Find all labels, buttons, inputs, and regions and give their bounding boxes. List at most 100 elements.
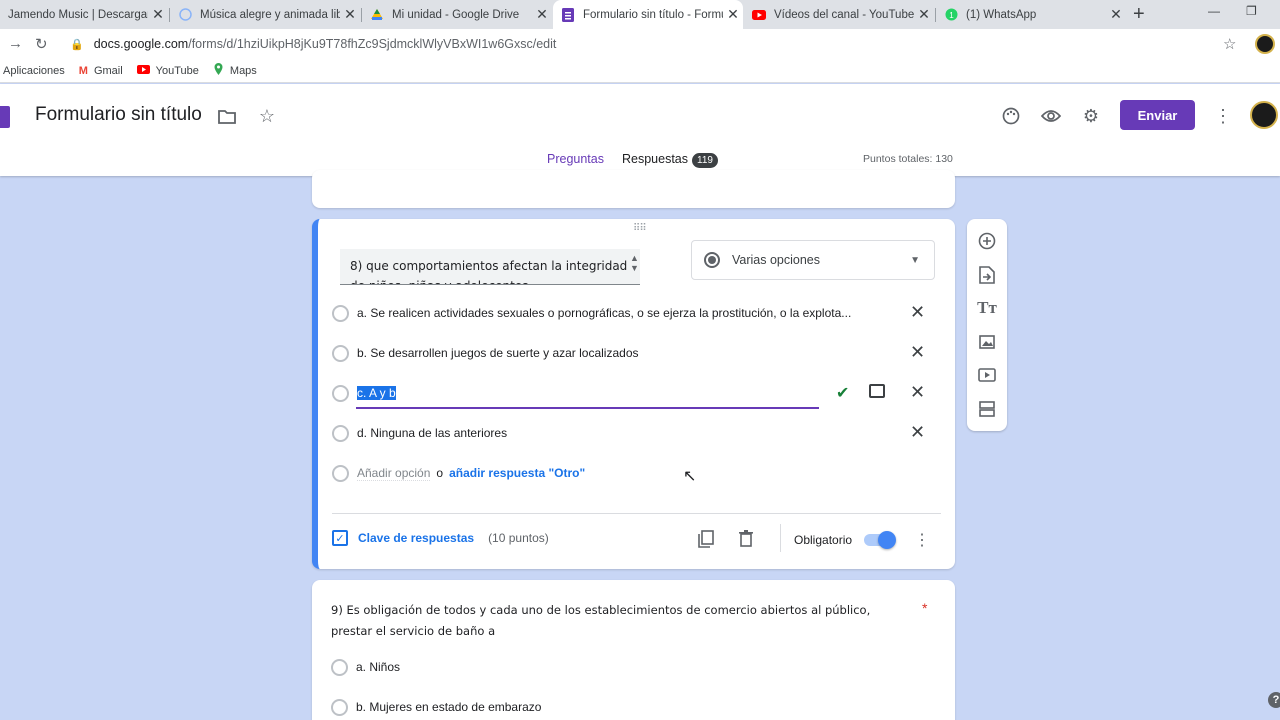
required-toggle[interactable] (864, 531, 896, 549)
preview-eye-icon[interactable] (1039, 104, 1063, 128)
settings-gear-icon[interactable]: ⚙ (1079, 104, 1103, 128)
restore-icon[interactable]: ❐ (1246, 4, 1257, 18)
youtube-icon (752, 8, 766, 22)
bookmarks-bar: Aplicaciones M Gmail YouTube Maps (0, 59, 1280, 83)
option-d[interactable]: d. Ninguna de las anteriores (332, 418, 507, 448)
more-vert-icon[interactable]: ⋮ (914, 530, 930, 550)
bookmark-star-icon[interactable]: ☆ (1223, 35, 1236, 53)
close-tab-icon[interactable]: ✕ (914, 6, 934, 23)
remove-option-icon[interactable]: ✕ (910, 422, 925, 443)
svg-text:1: 1 (949, 11, 954, 20)
tab-questions[interactable]: Preguntas (547, 152, 604, 166)
delete-trash-icon[interactable] (739, 530, 753, 552)
browser-tab-whatsapp[interactable]: 1 (1) WhatsApp ✕ (936, 0, 1126, 29)
close-tab-icon[interactable]: ✕ (1106, 6, 1126, 23)
browser-tab-music[interactable]: Música alegre y animada libre ✕ (170, 0, 360, 29)
folder-icon[interactable] (215, 104, 239, 128)
correct-answer-check-icon[interactable]: ✔ (836, 383, 849, 403)
option-b[interactable]: b. Se desarrollen juegos de suerte y aza… (332, 338, 639, 368)
remove-option-icon[interactable]: ✕ (910, 382, 925, 403)
responses-count-badge: 119 (692, 153, 718, 168)
remove-option-icon[interactable]: ✕ (910, 342, 925, 363)
option-a[interactable]: a. Niños (331, 652, 400, 682)
whatsapp-icon: 1 (944, 8, 958, 22)
browser-tab-forms[interactable]: Formulario sin título - Formula ✕ (553, 0, 743, 29)
add-section-icon[interactable] (977, 399, 997, 419)
browser-tab-jamendo[interactable]: Jamendo Music | Descargar mú ✕ (0, 0, 168, 29)
form-title[interactable]: Formulario sin título (35, 104, 202, 126)
bookmark-youtube[interactable]: YouTube (136, 64, 199, 77)
browser-tab-strip: Jamendo Music | Descargar mú ✕ Música al… (0, 0, 1280, 29)
bookmark-maps[interactable]: Maps (213, 63, 257, 78)
browser-toolbar: → ↻ 🔒 docs.google.com/forms/d/1hziUikpH8… (0, 29, 1280, 59)
radio-circle (331, 698, 348, 716)
maps-icon (213, 63, 224, 78)
add-other-link[interactable]: añadir respuesta "Otro" (449, 466, 585, 480)
music-icon (178, 8, 192, 22)
drive-icon (370, 8, 384, 22)
previous-question-card[interactable] (312, 170, 955, 208)
option-b[interactable]: b. Mujeres en estado de embarazo (331, 692, 541, 720)
close-tab-icon[interactable]: ✕ (340, 6, 360, 23)
more-vert-icon[interactable]: ⋮ (1211, 104, 1235, 128)
question-type-select[interactable]: Varias opciones ▼ (691, 240, 935, 280)
browser-tab-youtube-studio[interactable]: Vídeos del canal - YouTube Stu ✕ (744, 0, 934, 29)
forward-arrow-icon[interactable]: → (8, 35, 23, 52)
radio-circle (332, 464, 349, 482)
star-icon[interactable]: ☆ (255, 104, 279, 128)
divider (332, 513, 941, 514)
address-bar[interactable]: 🔒 docs.google.com/forms/d/1hziUikpH8jKu9… (60, 31, 1250, 57)
new-tab-plus-icon[interactable]: + (1133, 3, 1145, 26)
option-edit-underline (356, 407, 819, 409)
minimize-icon[interactable]: — (1208, 4, 1220, 18)
close-tab-icon[interactable]: ✕ (532, 6, 552, 23)
bookmark-gmail[interactable]: M Gmail (79, 65, 123, 77)
forms-logo-icon[interactable] (0, 106, 10, 128)
radio-circle (332, 384, 349, 402)
import-questions-icon[interactable] (977, 265, 997, 285)
close-tab-icon[interactable]: ✕ (723, 6, 743, 23)
lock-icon: 🔒 (70, 38, 84, 51)
add-video-icon[interactable] (977, 365, 997, 385)
required-label: Obligatorio (794, 533, 853, 547)
checkbox-icon: ✓ (332, 530, 348, 546)
question-title: 9) Es obligación de todos y cada uno de … (331, 603, 871, 638)
question-title-input[interactable]: 8) que comportamientos afectan la integr… (340, 249, 640, 285)
radio-circle (332, 344, 349, 362)
reload-icon[interactable]: ↻ (35, 35, 48, 53)
question-card-8[interactable]: ⠿⠿ 8) que comportamientos afectan la int… (312, 219, 955, 569)
required-asterisk: * (922, 600, 928, 616)
forms-icon (561, 7, 575, 22)
bookmark-apps[interactable]: Aplicaciones (3, 65, 65, 77)
answer-key-button[interactable]: ✓ Clave de respuestas (10 puntos) (332, 530, 549, 546)
add-title-icon[interactable]: Tт (977, 298, 997, 318)
close-tab-icon[interactable]: ✕ (148, 6, 168, 23)
title-scroll-arrows-icon[interactable]: ▲ ▼ (630, 253, 639, 273)
add-option-row: Añadir opción o añadir respuesta "Otro" (332, 458, 585, 488)
add-image-icon[interactable] (869, 384, 885, 398)
remove-option-icon[interactable]: ✕ (910, 302, 925, 323)
palette-icon[interactable] (999, 104, 1023, 128)
floating-toolbar: Tт (967, 219, 1007, 431)
duplicate-icon[interactable] (698, 530, 714, 553)
drag-handle-icon[interactable]: ⠿⠿ (633, 223, 647, 234)
browser-tab-drive[interactable]: Mi unidad - Google Drive ✕ (362, 0, 552, 29)
add-question-icon[interactable] (977, 231, 997, 251)
send-button[interactable]: Enviar (1120, 100, 1195, 130)
add-option-link[interactable]: Añadir opción (357, 466, 431, 481)
question-card-9[interactable]: 9) Es obligación de todos y cada uno de … (312, 580, 955, 720)
forms-header: Formulario sin título ☆ ⚙ Enviar ⋮ Pregu… (0, 84, 1280, 176)
help-icon[interactable]: ? (1268, 692, 1280, 708)
dropdown-caret-icon: ▼ (910, 254, 920, 266)
profile-avatar[interactable] (1255, 34, 1275, 54)
radio-button-icon (704, 252, 720, 268)
gmail-icon: M (78, 64, 88, 77)
mouse-cursor-icon: ↖ (683, 468, 697, 485)
account-avatar[interactable] (1250, 101, 1278, 129)
radio-circle (332, 304, 349, 322)
option-a[interactable]: a. Se realicen actividades sexuales o po… (332, 298, 851, 328)
add-image-icon[interactable] (977, 332, 997, 352)
tab-responses[interactable]: Respuestas 119 (622, 152, 718, 168)
option-c-editing[interactable]: c. A y b (332, 378, 396, 408)
radio-circle (331, 658, 348, 676)
